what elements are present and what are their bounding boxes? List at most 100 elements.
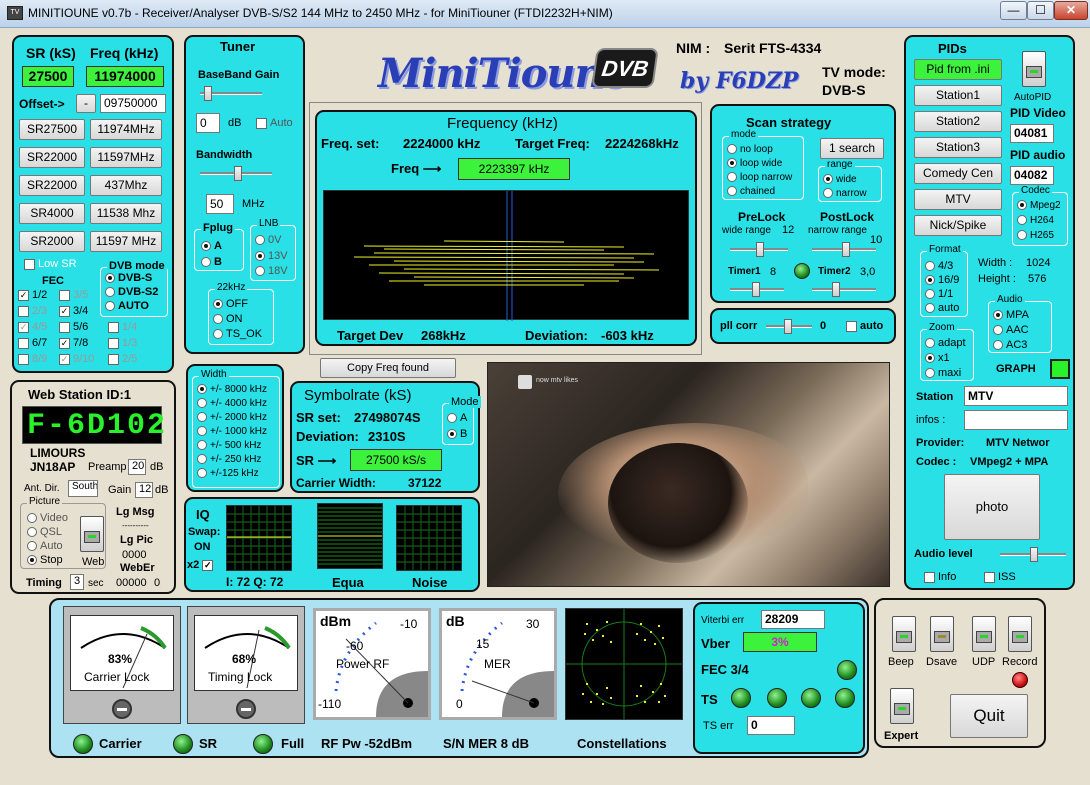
fec-1-4[interactable]: 1/4 bbox=[108, 321, 137, 333]
no-loop-radio[interactable]: no loop bbox=[727, 144, 773, 155]
timer2-slider[interactable] bbox=[812, 282, 876, 297]
picture-qsl-radio[interactable]: QSL bbox=[27, 526, 62, 538]
width-125-radio[interactable]: +/-125 kHz bbox=[197, 468, 259, 479]
fec-1-3[interactable]: 1/3 bbox=[108, 337, 137, 349]
one-search-button[interactable]: 1 search bbox=[820, 138, 884, 159]
zoom-adapt-radio[interactable]: adapt bbox=[925, 337, 966, 349]
nick-spike-button[interactable]: Nick/Spike bbox=[914, 215, 1002, 236]
range-wide-radio[interactable]: wide bbox=[823, 174, 857, 185]
info-checkbox[interactable]: Info bbox=[924, 571, 956, 583]
format-auto-radio[interactable]: auto bbox=[925, 302, 959, 314]
loop-narrow-radio[interactable]: loop narrow bbox=[727, 172, 792, 183]
bandwidth-slider[interactable] bbox=[200, 166, 272, 181]
width-2000-radio[interactable]: +/- 2000 kHz bbox=[197, 412, 267, 423]
audio-mpa-radio[interactable]: MPA bbox=[993, 309, 1029, 321]
pid-audio-input[interactable]: 04082 bbox=[1010, 166, 1054, 185]
format-1-1-radio[interactable]: 1/1 bbox=[925, 288, 953, 300]
timing-input[interactable]: 3 bbox=[70, 574, 84, 590]
close-button[interactable]: ✕ bbox=[1054, 1, 1088, 20]
copy-freq-button[interactable]: Copy Freq found bbox=[320, 358, 456, 378]
freq-display[interactable]: 11974000 bbox=[86, 66, 164, 87]
codec-mpeg2-radio[interactable]: Mpeg2 bbox=[1017, 200, 1061, 211]
record-toggle[interactable] bbox=[1008, 616, 1032, 652]
preset-sr-3[interactable]: SR22000 bbox=[19, 175, 85, 196]
station2-button[interactable]: Station2 bbox=[914, 111, 1002, 132]
preset-freq-1[interactable]: 11974MHz bbox=[90, 119, 162, 140]
fec-2-5[interactable]: 2/5 bbox=[108, 353, 137, 365]
loop-wide-radio[interactable]: loop wide bbox=[727, 158, 782, 169]
pid-from-ini-button[interactable]: Pid from .ini bbox=[914, 59, 1002, 80]
station1-button[interactable]: Station1 bbox=[914, 85, 1002, 106]
ant-dir-input[interactable]: South bbox=[68, 480, 98, 497]
udp-toggle[interactable] bbox=[972, 616, 996, 652]
maximize-button[interactable]: ☐ bbox=[1027, 1, 1054, 20]
pid-video-input[interactable]: 04081 bbox=[1010, 124, 1054, 143]
beep-toggle[interactable] bbox=[892, 616, 916, 652]
lnb-13v-radio[interactable]: 13V bbox=[255, 250, 288, 262]
station3-button[interactable]: Station3 bbox=[914, 137, 1002, 158]
carrier-lock-reset[interactable] bbox=[112, 699, 132, 719]
fec-6-7[interactable]: 6/7 bbox=[18, 337, 47, 349]
minimize-button[interactable]: — bbox=[1000, 1, 1027, 20]
format-4-3-radio[interactable]: 4/3 bbox=[925, 260, 953, 272]
mtv-button[interactable]: MTV bbox=[914, 189, 1002, 210]
postlock-slider[interactable] bbox=[812, 242, 876, 257]
width-1000-radio[interactable]: +/- 1000 kHz bbox=[197, 426, 267, 437]
picture-auto-radio[interactable]: Auto bbox=[27, 540, 63, 552]
web-toggle[interactable] bbox=[80, 516, 104, 552]
fplug-b-radio[interactable]: B bbox=[201, 256, 222, 268]
zoom-maxi-radio[interactable]: maxi bbox=[925, 367, 961, 379]
preset-freq-3[interactable]: 437Mhz bbox=[90, 175, 162, 196]
comedy-cen-button[interactable]: Comedy Cen bbox=[914, 163, 1002, 184]
timer1-slider[interactable] bbox=[730, 282, 784, 297]
codec-h264-radio[interactable]: H264 bbox=[1017, 215, 1054, 226]
fec-3-5[interactable]: 3/5 bbox=[59, 289, 88, 301]
picture-video-radio[interactable]: Video bbox=[27, 512, 68, 524]
dvb-s2-radio[interactable]: DVB-S2 bbox=[105, 286, 158, 298]
codec-h265-radio[interactable]: H265 bbox=[1017, 230, 1054, 241]
chained-radio[interactable]: chained bbox=[727, 186, 775, 197]
pll-auto-checkbox[interactable]: auto bbox=[846, 320, 883, 332]
width-4000-radio[interactable]: +/- 4000 kHz bbox=[197, 398, 267, 409]
quit-button[interactable]: Quit bbox=[950, 694, 1028, 738]
width-8000-radio[interactable]: +/- 8000 kHz bbox=[197, 384, 267, 395]
x2-checkbox[interactable]: x2 ✓ bbox=[187, 559, 216, 571]
preset-freq-4[interactable]: 11538 Mhz bbox=[90, 203, 162, 224]
preset-freq-2[interactable]: 11597MHz bbox=[90, 147, 162, 168]
fec-3-4[interactable]: ✓ 3/4 bbox=[59, 305, 88, 317]
fec-2-3[interactable]: 2/3 bbox=[18, 305, 47, 317]
picture-stop-radio[interactable]: Stop bbox=[27, 554, 63, 566]
khz22-on-radio[interactable]: ON bbox=[213, 313, 243, 325]
dsave-toggle[interactable] bbox=[930, 616, 954, 652]
preset-sr-2[interactable]: SR22000 bbox=[19, 147, 85, 168]
infos-input[interactable] bbox=[964, 410, 1068, 430]
preamp-input[interactable]: 20 bbox=[128, 459, 146, 475]
lnb-0v-radio[interactable]: 0V bbox=[255, 234, 281, 246]
format-16-9-radio[interactable]: 16/9 bbox=[925, 274, 959, 286]
station-input[interactable]: MTV bbox=[964, 386, 1068, 406]
audio-level-slider[interactable] bbox=[1000, 547, 1066, 562]
bandwidth-input[interactable]: 50 bbox=[206, 194, 234, 214]
autopid-toggle[interactable] bbox=[1022, 51, 1046, 87]
fec-8-9[interactable]: 8/9 bbox=[18, 353, 47, 365]
fec-7-8[interactable]: ✓ 7/8 bbox=[59, 337, 88, 349]
fec-5-6[interactable]: 5/6 bbox=[59, 321, 88, 333]
range-narrow-radio[interactable]: narrow bbox=[823, 188, 867, 199]
iss-checkbox[interactable]: ISS bbox=[984, 571, 1016, 583]
fec-4-5[interactable]: ✓ 4/5 bbox=[18, 321, 47, 333]
offset-input[interactable]: 09750000 bbox=[100, 94, 166, 113]
khz22-off-radio[interactable]: OFF bbox=[213, 298, 248, 310]
sr-mode-a-radio[interactable]: A bbox=[447, 412, 467, 424]
gain-input[interactable]: 12 bbox=[135, 482, 153, 498]
preset-sr-5[interactable]: SR2000 bbox=[19, 231, 85, 252]
photo-button[interactable]: photo bbox=[944, 474, 1040, 540]
width-500-radio[interactable]: +/- 500 kHz bbox=[197, 440, 261, 451]
expert-toggle[interactable] bbox=[890, 688, 914, 724]
timing-lock-reset[interactable] bbox=[236, 699, 256, 719]
offset-minus-button[interactable]: - bbox=[76, 94, 96, 113]
baseband-gain-slider[interactable] bbox=[200, 86, 262, 101]
fplug-a-radio[interactable]: A bbox=[201, 240, 222, 252]
dvb-s-radio[interactable]: DVB-S bbox=[105, 272, 152, 284]
sr-display[interactable]: 27500 bbox=[22, 66, 74, 87]
sr-mode-b-radio[interactable]: B bbox=[447, 428, 467, 440]
